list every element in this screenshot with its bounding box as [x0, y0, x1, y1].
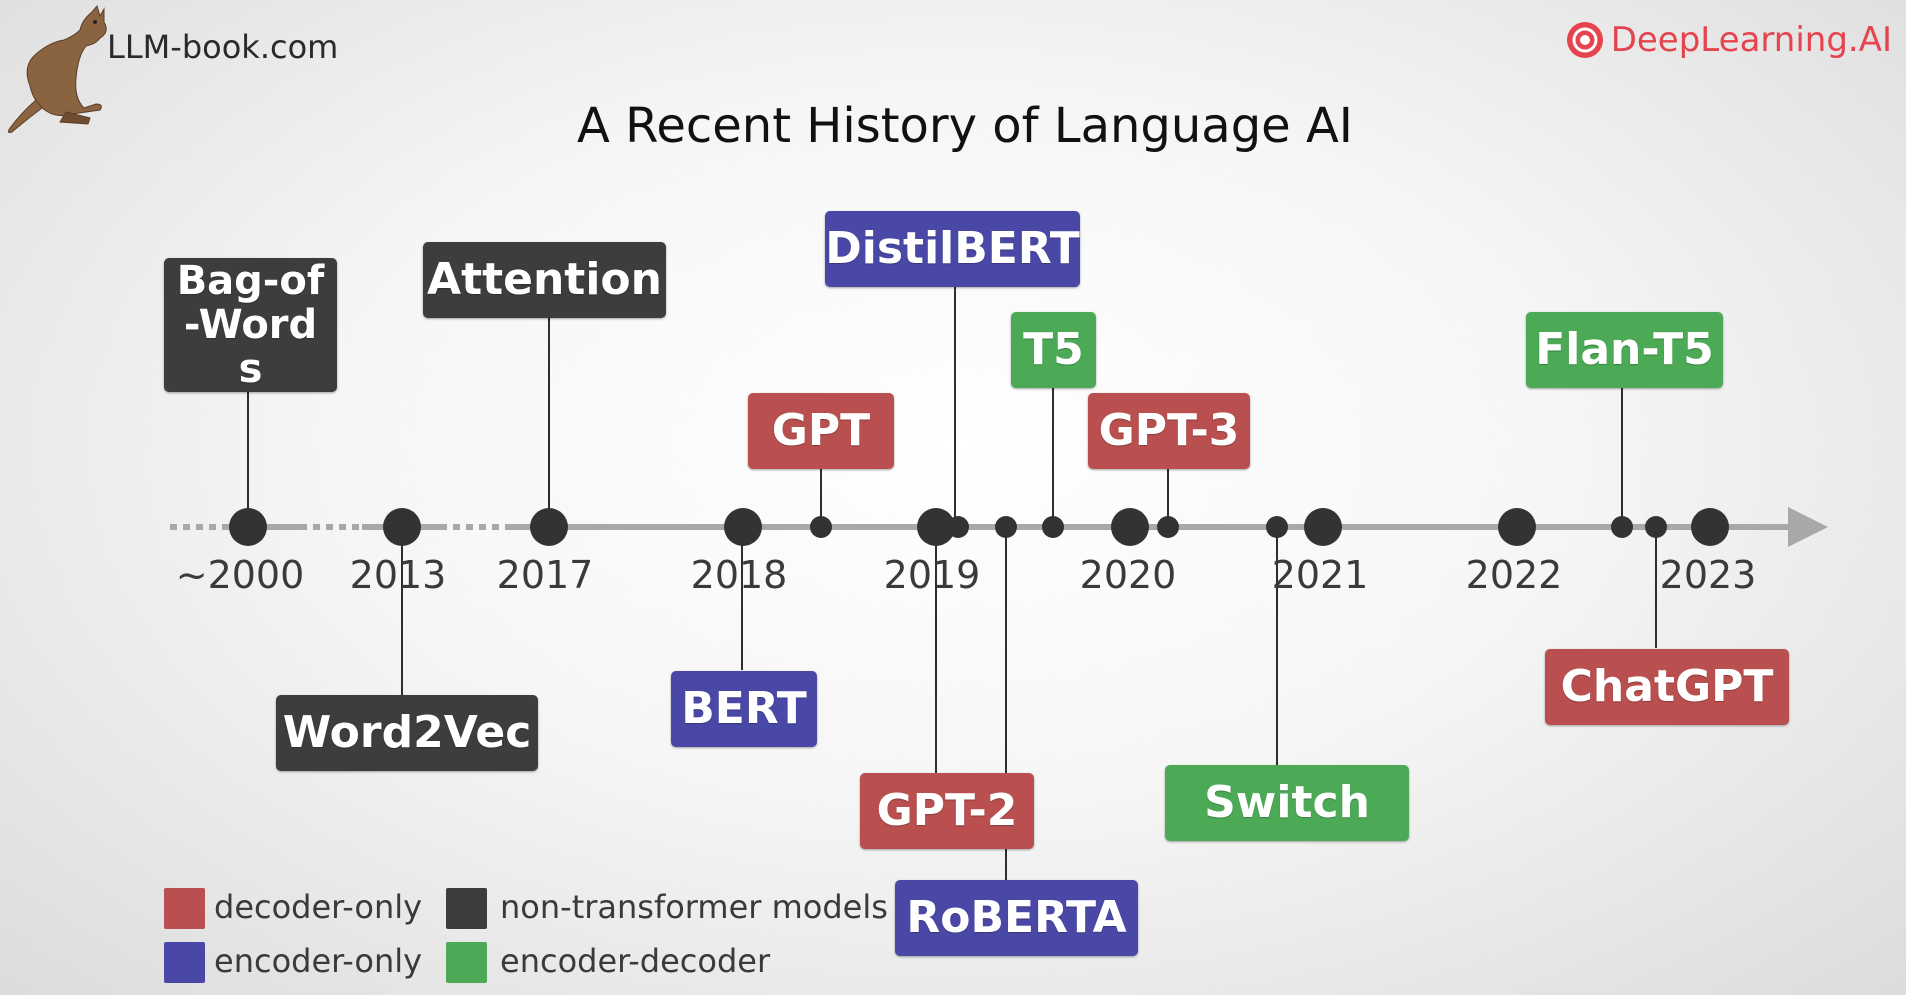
model-label: GPT-2 — [876, 784, 1018, 836]
model-dot-gpt-3 — [1157, 516, 1179, 538]
model-label: ChatGPT — [1560, 660, 1774, 712]
model-label: DistilBERT — [825, 222, 1080, 274]
model-dot-roberta — [995, 516, 1017, 538]
page-title: A Recent History of Language AI — [577, 98, 1353, 154]
model-dot-flan-t5 — [1611, 516, 1633, 538]
model-label: Attention — [427, 253, 662, 305]
model-dot-t5 — [1042, 516, 1064, 538]
model-label: BERT — [681, 682, 807, 734]
year-dot-2000 — [229, 508, 267, 546]
legend-swatch-non-transformer — [446, 888, 487, 929]
legend-label-encoder-decoder: encoder-decoder — [500, 942, 771, 980]
year-label: 2020 — [1079, 553, 1177, 597]
model-box-switch: Switch — [1165, 765, 1409, 841]
model-dot-chatgpt — [1645, 516, 1667, 538]
year-label: 2013 — [349, 553, 447, 597]
model-box-gpt-3: GPT-3 — [1088, 393, 1250, 469]
year-dot-2013 — [383, 508, 421, 546]
model-box-roberta: RoBERTA — [895, 880, 1138, 956]
site-name: LLM-book.com — [107, 28, 339, 66]
brand-name: DeepLearning.AI — [1610, 20, 1892, 60]
legend-swatch-decoder-only — [164, 888, 205, 929]
legend-label-non-transformer: non-transformer models — [500, 888, 888, 926]
model-box-gpt-2: GPT-2 — [860, 773, 1034, 849]
model-label: Flan-T5 — [1535, 323, 1714, 375]
model-box-attention: Attention — [423, 242, 666, 318]
year-label: 2017 — [496, 553, 594, 597]
model-label: Bag-of-Words — [176, 258, 325, 392]
legend-label-decoder-only: decoder-only — [214, 888, 423, 926]
model-dot-distilbert — [947, 516, 969, 538]
year-label: 2023 — [1659, 553, 1757, 597]
model-box-bert: BERT — [671, 671, 817, 747]
timeline-arrowhead-icon — [1788, 507, 1828, 547]
legend-swatch-encoder-only — [164, 942, 205, 983]
year-dot-2017 — [530, 508, 568, 546]
deeplearning-logo-icon — [1566, 22, 1603, 58]
year-label: 2022 — [1465, 553, 1563, 597]
year-label: ~2000 — [175, 553, 305, 597]
model-dot-switch — [1266, 516, 1288, 538]
model-dot-gpt — [810, 516, 832, 538]
model-box-t5: T5 — [1011, 312, 1096, 388]
model-box-chatgpt: ChatGPT — [1545, 649, 1789, 725]
year-dot-2023 — [1691, 508, 1729, 546]
year-dot-2020 — [1111, 508, 1149, 546]
model-label: GPT — [771, 404, 871, 456]
legend-swatch-encoder-decoder — [446, 942, 487, 983]
year-dot-2022 — [1498, 508, 1536, 546]
year-label: 2019 — [883, 553, 981, 597]
model-label: RoBERTA — [906, 891, 1127, 943]
model-box-word2vec: Word2Vec — [276, 695, 538, 771]
year-dot-2018 — [724, 508, 762, 546]
model-label: Switch — [1204, 776, 1370, 828]
deeplearning-ai-logo: DeepLearning.AI — [1565, 20, 1892, 60]
model-label: Word2Vec — [282, 706, 532, 758]
model-box-distilbert: DistilBERT — [825, 211, 1080, 287]
year-label: 2018 — [690, 553, 788, 597]
model-label: T5 — [1023, 323, 1084, 375]
model-box-bag-of-words: Bag-of-Words — [164, 258, 337, 392]
year-dot-2021 — [1304, 508, 1342, 546]
model-box-flan-t5: Flan-T5 — [1526, 312, 1723, 388]
model-box-gpt: GPT — [748, 393, 894, 469]
legend-label-encoder-only: encoder-only — [214, 942, 423, 980]
model-label: GPT-3 — [1098, 404, 1240, 456]
year-label: 2021 — [1271, 553, 1369, 597]
